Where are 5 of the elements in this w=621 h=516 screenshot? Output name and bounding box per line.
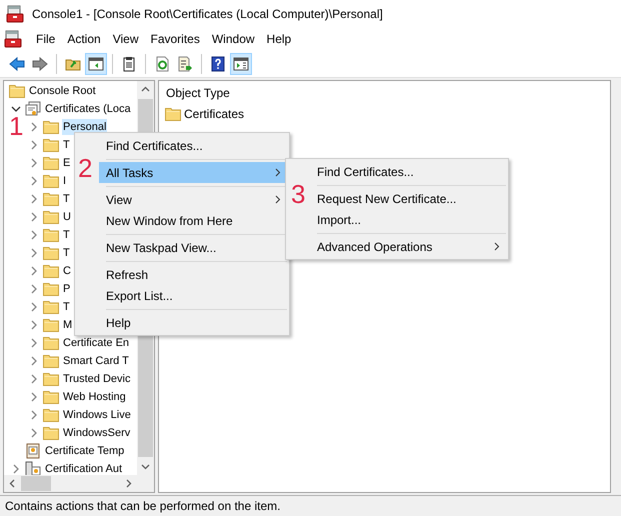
window-title: Console1 - [Console Root\Certificates (Local Computer)\Personal] xyxy=(32,6,383,23)
status-text: Contains actions that can be performed on the item. xyxy=(5,498,280,515)
step-number: 3 xyxy=(291,180,306,208)
step-number: 1 xyxy=(9,112,24,140)
step-number: 2 xyxy=(78,154,92,182)
